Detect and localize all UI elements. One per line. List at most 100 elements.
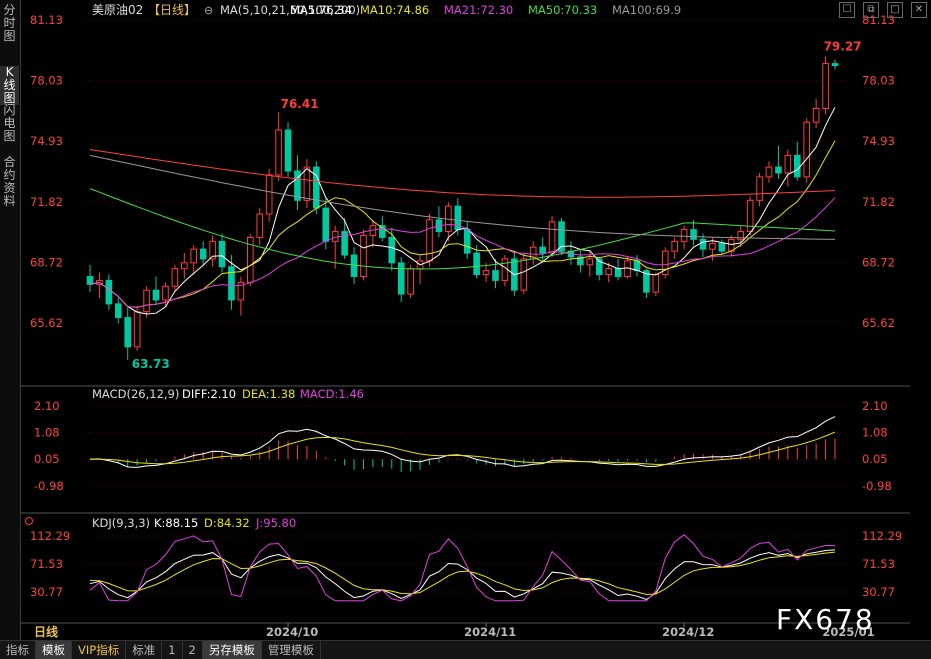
bottom-tab-3[interactable]: 标准: [126, 641, 163, 659]
maximize-icon[interactable]: □: [887, 2, 903, 18]
side-tab-2[interactable]: 闪 电 图: [0, 104, 19, 143]
price-tick-left: 74.93: [30, 134, 63, 148]
price-tick-right: 65.62: [862, 316, 895, 330]
candle-body: [360, 234, 367, 278]
candle-body: [652, 274, 660, 293]
settings-icon: ⊖: [204, 4, 213, 17]
ma-value-4: MA100:69.9: [612, 3, 681, 17]
side-tab-bar: 分 时 图 K 线 图闪 电 图合 约 资 料: [0, 0, 21, 640]
bottom-tab-bar: 指标 模板 VIP指标 标准 1 2 另存模板 管理模板: [0, 640, 931, 659]
macd-tick-right: 1.08: [862, 425, 888, 439]
side-tab-3[interactable]: 合 约 资 料: [0, 156, 19, 208]
price-tick-left: 68.72: [30, 255, 63, 269]
price-tick-right: 78.03: [862, 74, 895, 88]
latest-high-annotation: 79.27: [824, 39, 862, 53]
macd-dea: DEA:1.38: [242, 387, 295, 401]
candle-body: [199, 248, 207, 260]
price-tick-right: 71.82: [862, 195, 895, 209]
candle-body: [303, 166, 311, 201]
candle-body: [793, 154, 801, 178]
candle-body: [822, 63, 829, 109]
candle-body: [473, 252, 480, 276]
kdj-d: D:84.32: [204, 516, 250, 530]
candle-body: [548, 221, 556, 254]
candle-body: [718, 242, 726, 252]
kdj-indicator-icon: [25, 517, 33, 525]
candle-body: [690, 229, 697, 240]
candle-body: [388, 236, 396, 264]
kdj-j: J:95.80: [255, 516, 296, 530]
price-tick-left: 71.82: [30, 195, 63, 209]
price-tick-right: 68.72: [862, 255, 895, 269]
bottom-tab-2[interactable]: VIP指标: [72, 641, 127, 659]
macd-tick-left: 1.08: [34, 425, 60, 439]
macd-tick-right: 0.05: [862, 452, 888, 466]
candle-body: [265, 174, 273, 215]
date-label: 2024/12: [662, 625, 714, 639]
candle-body: [133, 311, 141, 348]
close-icon[interactable]: ✕: [911, 2, 927, 18]
kdj-label: KDJ(9,3,3): [92, 516, 150, 530]
candle-body: [275, 129, 282, 176]
window-toolbar: ☐ ⧉ □ ✕: [839, 2, 927, 18]
bottom-tab-5[interactable]: 2: [183, 641, 203, 659]
low-annotation: 63.73: [132, 357, 170, 371]
watermark-logo: FX678: [776, 603, 875, 636]
ma-line-ma5: [89, 107, 836, 315]
candle-body: [492, 270, 499, 281]
side-tab-0[interactable]: 分 时 图: [0, 4, 19, 43]
candle-body: [709, 242, 716, 250]
macd-tick-right: -0.98: [862, 479, 892, 493]
candle-body: [539, 246, 546, 254]
macd-diff: DIFF:2.10: [182, 387, 236, 401]
candle-body: [171, 268, 179, 287]
price-tick-left: 78.03: [30, 74, 63, 88]
candle-body: [152, 289, 160, 301]
bottom-tab-1[interactable]: 模板: [36, 641, 72, 659]
kdj-tick-right: 71.53: [862, 557, 895, 571]
candle-body: [605, 268, 612, 276]
symbol-label: 美原油02: [92, 3, 143, 17]
bottom-tab-6[interactable]: 另存模板: [202, 641, 262, 659]
kdj-j-line: [89, 534, 836, 602]
macd-tick-right: 2.10: [862, 399, 888, 413]
candle-body: [407, 268, 414, 295]
macd-dea-line: [90, 431, 836, 465]
ma-value-1: MA10:74.86: [360, 3, 429, 17]
candle-body: [86, 276, 94, 285]
copy-icon[interactable]: ⧉: [863, 2, 879, 18]
candle-body: [322, 207, 330, 242]
kdj-tick-left: 71.53: [30, 557, 63, 571]
candle-body: [746, 199, 754, 233]
candle-body: [190, 248, 198, 264]
price-tick-left: 81.13: [30, 13, 63, 27]
bottom-tab-0[interactable]: 指标: [0, 641, 36, 659]
kline-chart[interactable]: 81.13 81.1378.03 78.0374.93 74.9371.82 71.82…: [20, 0, 910, 640]
period-axis-label: 日线: [34, 624, 58, 639]
macd-label: MACD(26,12,9): [92, 387, 179, 401]
bottom-tab-7[interactable]: 管理模板: [262, 641, 321, 659]
kdj-k: K:88.15: [154, 516, 198, 530]
candle-body: [114, 303, 122, 319]
candle-body: [143, 289, 150, 313]
candle-body: [463, 229, 471, 254]
candle-body: [256, 213, 264, 238]
macd-tick-left: 0.05: [34, 452, 60, 466]
side-tab-1[interactable]: K 线 图: [0, 66, 19, 105]
candle-body: [784, 154, 792, 174]
candle-body: [313, 166, 320, 209]
candle-body: [765, 166, 773, 178]
pin-icon[interactable]: ☐: [839, 2, 855, 18]
macd-tick-left: -0.98: [34, 479, 64, 493]
macd-value: MACD:1.46: [300, 387, 364, 401]
high-annotation: 76.41: [281, 97, 319, 111]
candle-body: [105, 279, 113, 305]
macd-tick-left: 2.10: [34, 399, 60, 413]
candle-body: [756, 176, 763, 201]
candle-body: [181, 262, 188, 270]
candle-body: [803, 121, 811, 178]
ma-value-2: MA21:72.30: [444, 3, 513, 17]
bottom-tab-4[interactable]: 1: [162, 641, 183, 659]
candle-body: [614, 268, 622, 278]
candle-body: [586, 258, 594, 266]
